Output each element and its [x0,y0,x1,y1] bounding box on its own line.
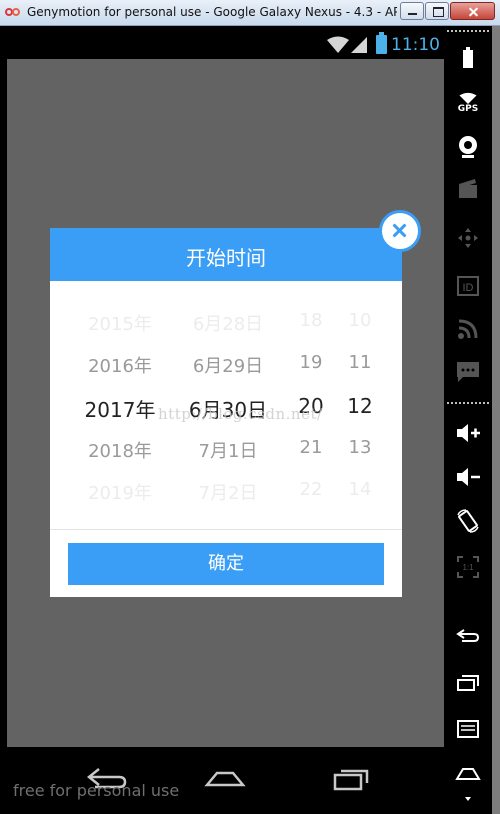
minute-option[interactable]: 13 [335,437,385,458]
toolbar-divider [446,402,490,404]
device-id-label: ID [463,282,474,294]
pixel-perfect-icon: 1:1 [453,552,483,582]
hour-option[interactable]: 22 [286,479,336,500]
sms-icon [453,356,483,386]
volume-down-icon[interactable] [453,462,483,492]
date-option[interactable]: 6月29日 [178,352,278,378]
battery-icon [376,32,387,54]
status-clock: 11:10 [391,35,440,55]
rss-icon [453,314,483,344]
hour-option[interactable]: 19 [286,352,336,373]
wifi-icon [327,36,349,54]
device-id-icon: ID [453,271,483,301]
rotate-icon[interactable] [453,506,483,536]
minute-option[interactable]: 14 [335,479,385,500]
year-selected[interactable]: 2017年 [70,394,170,423]
webcam-icon[interactable] [453,132,483,162]
minute-selected[interactable]: 12 [335,394,385,418]
recent-apps-icon[interactable] [329,763,373,793]
date-option[interactable]: 7月2日 [178,479,278,505]
toolbar-divider [446,30,490,32]
gps-label: GPS [457,104,479,114]
dialog-header: 开始时间 [50,228,402,281]
minute-option[interactable]: 10 [335,310,385,331]
confirm-button[interactable]: 确定 [68,543,384,585]
toolbar-home-icon[interactable] [453,758,483,788]
year-option[interactable]: 2018年 [70,437,170,463]
date-option[interactable]: 7月1日 [178,437,278,463]
window-scrollbar[interactable] [492,26,500,814]
android-status-bar: 11:10 [7,32,444,59]
home-icon[interactable] [203,763,247,793]
maximize-button[interactable] [425,2,449,20]
window-title-bar[interactable]: Genymotion for personal use - Google Gal… [0,0,500,26]
date-option[interactable]: 6月28日 [178,310,278,336]
close-window-button[interactable] [450,2,495,20]
minute-wheel[interactable]: 10 11 12 13 14 [335,281,385,521]
genymotion-logo-icon [5,6,21,20]
toolbar-back-icon[interactable] [453,620,483,650]
free-for-personal-use-text: free for personal use [13,781,180,800]
dpad-icon [453,223,483,253]
toolbar-recent-icon[interactable] [453,668,483,698]
date-wheel[interactable]: 6月28日 6月29日 6月30日 7月1日 7月2日 [178,281,278,521]
time-picker-dialog: 开始时间 2015年 2016年 2017年 2018年 2019年 6月28日… [50,228,402,597]
year-wheel[interactable]: 2015年 2016年 2017年 2018年 2019年 [70,281,170,521]
blog-watermark: http://blog.csdn.net/ [158,405,323,423]
hour-wheel[interactable]: 18 19 20 21 22 [286,281,336,521]
hour-option[interactable]: 21 [286,437,336,458]
minute-option[interactable]: 11 [335,352,385,373]
year-option[interactable]: 2019年 [70,479,170,505]
battery-widget-icon[interactable] [453,43,483,73]
window-title: Genymotion for personal use - Google Gal… [27,5,397,19]
pixel-ratio-label: 1:1 [462,563,474,572]
hour-option[interactable]: 18 [286,310,336,331]
toolbar-menu-icon[interactable] [453,714,483,744]
gps-icon[interactable]: GPS [453,88,483,118]
dialog-divider [50,529,402,530]
dialog-close-icon[interactable] [379,210,421,252]
volume-up-icon[interactable] [453,418,483,448]
screencast-icon [453,174,483,204]
toolbar-scroll-down-icon[interactable] [453,786,483,814]
genymotion-toolbar: GPS ID 1:1 [444,26,492,814]
dialog-title: 开始时间 [186,246,266,270]
year-option[interactable]: 2016年 [70,352,170,378]
year-option[interactable]: 2015年 [70,310,170,336]
minimize-button[interactable] [400,2,424,20]
signal-icon [351,37,367,53]
